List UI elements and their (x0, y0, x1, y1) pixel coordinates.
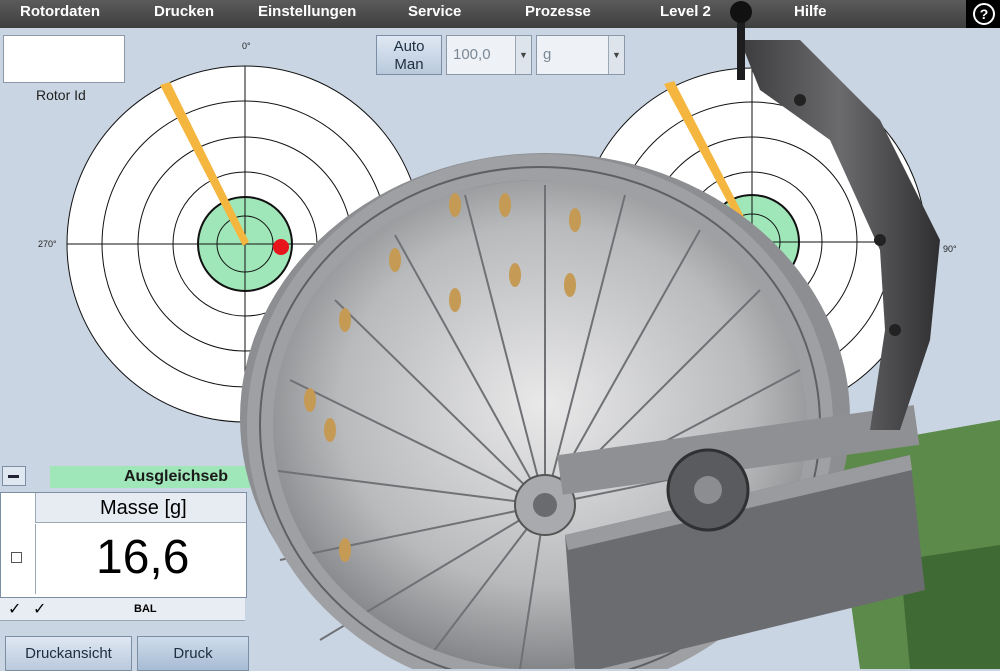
clamp-handle (737, 20, 745, 80)
clamp-knob (730, 1, 752, 23)
bolt (889, 324, 901, 336)
rotor-hub-center (533, 493, 557, 517)
bolt (874, 234, 886, 246)
pulley-center (694, 476, 722, 504)
rotor-machine-photo (240, 1, 1000, 669)
bolt (794, 94, 806, 106)
